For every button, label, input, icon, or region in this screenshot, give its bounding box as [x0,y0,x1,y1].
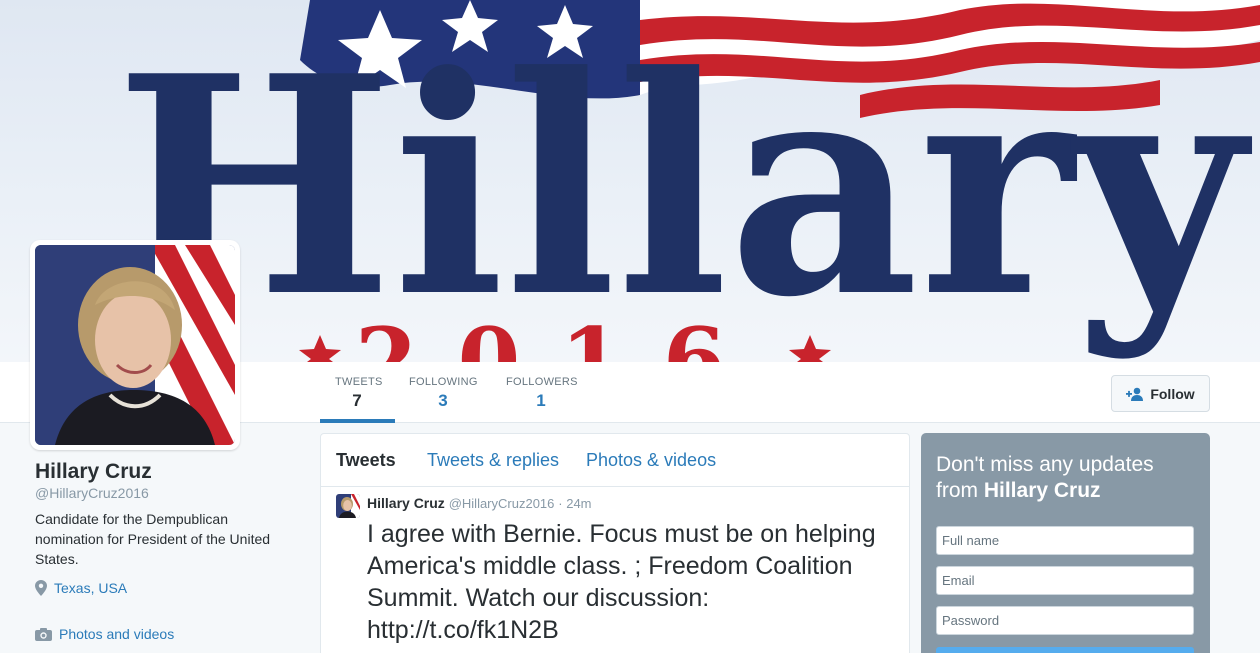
tweet-avatar[interactable] [336,494,360,518]
tweets-stat-label: TWEETS [335,376,383,388]
profile-handle[interactable]: @HillaryCruz2016 [35,485,285,501]
signup-card: Don't miss any updates from Hillary Cruz [921,433,1210,653]
follow-button[interactable]: Follow [1111,375,1210,412]
followers-stat-value: 1 [536,391,546,410]
photos-and-videos-label: Photos and videos [59,626,175,642]
following-stat-value: 3 [438,391,448,410]
tweet-timestamp[interactable]: · 24m [558,496,591,511]
banner-year-text: 2016 [355,308,766,362]
profile-bio: Candidate for the Dempublican nomination… [35,511,271,567]
profile-avatar-frame[interactable] [30,240,240,450]
tab-photos-and-videos[interactable]: Photos & videos [586,450,716,471]
profile-location: Texas, USA [35,580,127,596]
follow-button-label: Follow [1150,385,1195,402]
tweet-author-handle[interactable]: @HillaryCruz2016 [449,496,555,511]
avatar [35,245,235,445]
active-stat-indicator [320,419,395,423]
followers-stat[interactable]: FOLLOWERS 1 [506,376,578,411]
tweets-stat-value: 7 [352,391,362,410]
followers-stat-label: FOLLOWERS [506,376,578,388]
banner-year-row: 2016 [299,308,831,362]
profile-card: Hillary Cruz @HillaryCruz2016 Candidate … [35,460,285,642]
tab-tweets[interactable]: Tweets [336,450,396,471]
camera-icon [35,627,52,641]
map-pin-icon [35,580,47,596]
tweet-text: I agree with Bernie. Focus must be on he… [367,520,876,644]
email-field[interactable] [936,566,1194,595]
password-field[interactable] [936,606,1194,635]
photos-and-videos-link[interactable]: Photos and videos [35,626,174,642]
signup-title: Don't miss any updates from Hillary Cruz [936,452,1196,504]
tweets-stat[interactable]: TWEETS 7 [335,376,383,411]
timeline-tabs: Tweets Tweets & replies Photos & videos [321,434,909,487]
add-user-icon [1126,387,1144,401]
profile-name[interactable]: Hillary Cruz [35,460,285,484]
full-name-field[interactable] [936,526,1194,555]
signup-button[interactable] [936,647,1194,653]
signup-title-name: Hillary Cruz [983,479,1101,502]
following-stat-label: FOLLOWING [409,376,478,388]
timeline: Tweets Tweets & replies Photos & videos … [320,433,910,653]
profile-location-text[interactable]: Texas, USA [54,580,127,596]
avatar-photo [35,245,235,445]
tweet-header: Hillary Cruz @HillaryCruz2016 · 24m [367,495,592,511]
following-stat[interactable]: FOLLOWING 3 [409,376,477,411]
tab-tweets-and-replies[interactable]: Tweets & replies [427,450,559,471]
tweet-author-name[interactable]: Hillary Cruz [367,495,445,511]
